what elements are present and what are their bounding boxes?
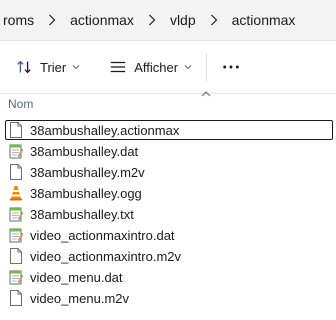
command-bar: Trier Afficher [0, 41, 336, 94]
list-item[interactable]: 38ambushalley.txt [0, 204, 336, 225]
breadcrumb-item-vldp[interactable]: vldp [166, 12, 200, 28]
file-name: 38ambushalley.m2v [30, 165, 145, 180]
sort-icon [14, 57, 34, 77]
blank-file-icon [10, 248, 22, 264]
breadcrumb: roms actionmax vldp actionmax [0, 0, 336, 41]
breadcrumb-item-actionmax[interactable]: actionmax [66, 12, 138, 28]
sort-button[interactable]: Trier [8, 51, 86, 83]
chevron-right-icon[interactable] [138, 14, 166, 26]
list-item[interactable]: video_menu.m2v [0, 288, 336, 309]
chevron-right-icon[interactable] [200, 14, 228, 26]
column-header-row: Nom [0, 91, 336, 116]
list-item[interactable]: video_actionmaxintro.m2v [0, 246, 336, 267]
file-name: video_menu.dat [30, 270, 123, 285]
notepad-file-icon [9, 144, 23, 159]
file-name: 38ambushalley.ogg [30, 186, 142, 201]
chevron-down-icon [72, 63, 80, 71]
list-item[interactable]: video_actionmaxintro.dat [0, 225, 336, 246]
toolbar-divider [206, 53, 208, 81]
file-name: 38ambushalley.txt [30, 207, 134, 222]
list-item[interactable]: 38ambushalley.dat [0, 141, 336, 162]
file-name: video_actionmaxintro.dat [30, 228, 175, 243]
file-name: 38ambushalley.dat [30, 144, 139, 159]
column-header-name[interactable]: Nom [8, 97, 33, 111]
blank-file-icon [10, 164, 22, 180]
breadcrumb-item-roms[interactable]: roms [0, 12, 38, 28]
file-list: 38ambushalley.actionmax 38ambushalley.da… [0, 120, 336, 309]
list-item[interactable]: 38ambushalley.actionmax [0, 120, 336, 141]
list-item[interactable]: video_menu.dat [0, 267, 336, 288]
view-button[interactable]: Afficher [102, 51, 198, 83]
chevron-right-icon[interactable] [38, 14, 66, 26]
vlc-cone-icon [10, 186, 22, 201]
view-label: Afficher [134, 59, 179, 75]
notepad-file-icon [9, 207, 23, 222]
chevron-down-icon [184, 63, 192, 71]
blank-file-icon [10, 290, 22, 306]
blank-file-icon [10, 122, 22, 138]
view-list-icon [108, 57, 128, 77]
sort-ascending-icon [201, 91, 211, 97]
list-item[interactable]: 38ambushalley.ogg [0, 183, 336, 204]
file-name: 38ambushalley.actionmax [30, 123, 180, 138]
notepad-file-icon [9, 228, 23, 243]
breadcrumb-item-current[interactable]: actionmax [228, 12, 300, 28]
sort-label: Trier [40, 59, 67, 75]
notepad-file-icon [9, 270, 23, 285]
list-item[interactable]: 38ambushalley.m2v [0, 162, 336, 183]
more-icon [223, 65, 239, 69]
file-name: video_menu.m2v [30, 291, 129, 306]
more-options-button[interactable] [215, 51, 247, 83]
file-name: video_actionmaxintro.m2v [30, 249, 182, 264]
